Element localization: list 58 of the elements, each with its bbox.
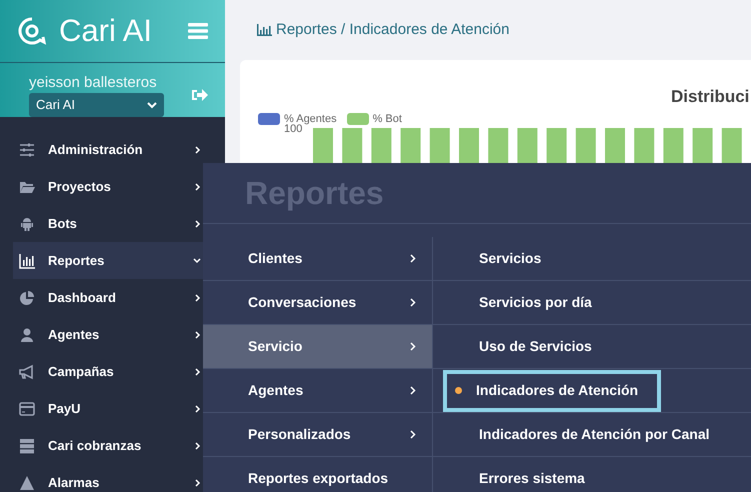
logout-icon[interactable] <box>191 88 208 102</box>
chevron-right-icon <box>410 254 416 263</box>
sidebar-item[interactable]: Administración <box>13 131 203 168</box>
sidebar-item[interactable]: Agentes <box>13 316 203 353</box>
warning-icon <box>19 474 35 490</box>
bar-chart-icon <box>257 24 272 36</box>
credit-card-icon <box>19 400 35 416</box>
chart-title: Distribuci <box>671 86 750 108</box>
chevron-right-icon <box>410 430 416 439</box>
submenu-category[interactable]: Personalizados <box>203 413 432 457</box>
legend-label[interactable]: % Bot <box>372 114 402 124</box>
sliders-icon <box>19 142 35 158</box>
chevron-right-icon <box>410 386 416 395</box>
chevron-right-icon <box>195 146 201 154</box>
server-icon <box>19 438 35 454</box>
person-icon <box>19 326 35 342</box>
sidebar-item[interactable]: PayU <box>13 390 203 427</box>
brand-name: Cari AI <box>59 12 152 50</box>
legend-label[interactable]: % Agentes <box>284 114 337 124</box>
bar-chart-icon <box>19 252 35 268</box>
sidebar-item[interactable]: Cari cobranzas <box>13 427 203 464</box>
submenu-link[interactable]: Uso de Servicios <box>479 336 592 357</box>
user-name: yeisson ballesteros <box>29 73 158 93</box>
breadcrumb: Reportes / Indicadores de Atención <box>276 20 510 40</box>
sidebar-item[interactable]: Reportes <box>13 242 203 279</box>
chevron-right-icon <box>195 330 201 338</box>
sidebar-item[interactable]: Campañas <box>13 353 203 390</box>
submenu-category[interactable]: Servicio <box>203 325 432 369</box>
submenu-category[interactable]: Agentes <box>203 369 432 413</box>
chevron-right-icon <box>195 182 201 190</box>
submenu-link[interactable]: Servicios por día <box>479 292 592 313</box>
chevron-right-icon <box>195 442 201 450</box>
menu-icon[interactable] <box>188 23 208 39</box>
submenu-link[interactable]: Indicadores de Atención por Canal <box>479 424 710 445</box>
sidebar-item[interactable]: Alarmas <box>13 464 203 492</box>
chevron-right-icon <box>195 404 201 412</box>
chevron-right-icon <box>410 298 416 307</box>
chevron-right-icon <box>195 368 201 376</box>
account-select[interactable]: Cari AI <box>29 93 164 117</box>
submenu-link[interactable]: Indicadores de Atención <box>443 370 661 412</box>
chevron-right-icon <box>195 220 201 228</box>
chevron-right-icon <box>195 294 201 302</box>
chat-bubble-logo-icon <box>17 16 47 46</box>
chevron-down-icon <box>193 258 201 264</box>
chevron-down-icon <box>147 102 157 108</box>
submenu-category[interactable]: Clientes <box>203 237 432 281</box>
submenu-link[interactable]: Errores sistema <box>479 468 585 489</box>
sidebar-item[interactable]: Dashboard <box>13 279 203 316</box>
megaphone-icon <box>19 364 35 380</box>
sidebar-item[interactable]: Proyectos <box>13 168 203 205</box>
submenu-link[interactable]: Servicios <box>479 248 542 269</box>
pie-chart-icon <box>19 290 35 306</box>
chevron-right-icon <box>195 478 201 486</box>
axis-tick-label: 100 <box>284 124 302 135</box>
chevron-right-icon <box>410 342 416 351</box>
robot-icon <box>19 216 35 232</box>
submenu-category[interactable]: Reportes exportados <box>203 457 432 492</box>
sidebar-item[interactable]: Bots <box>13 205 203 242</box>
